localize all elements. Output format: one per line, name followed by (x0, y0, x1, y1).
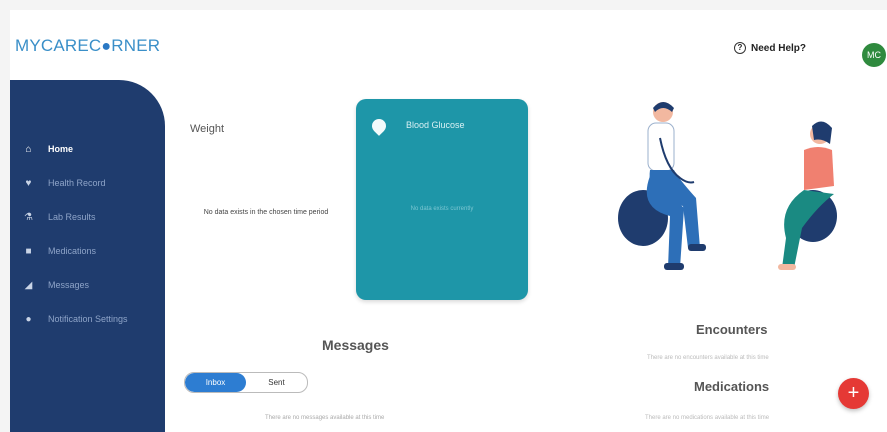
messages-title: Messages (322, 337, 389, 353)
sidebar-item-label: Notification Settings (48, 314, 128, 324)
sidebar-item-label: Health Record (48, 178, 106, 188)
messages-empty-message: There are no messages available at this … (265, 415, 385, 421)
sidebar-item-label: Medications (48, 246, 97, 256)
sidebar-nav: ⌂ Home ♥ Health Record ⚗ Lab Results ■ M… (10, 132, 165, 336)
app-frame: MYCAREC●RNER ? Need Help? MC ⌂ Home ♥ He… (10, 10, 887, 432)
question-icon: ? (734, 42, 746, 54)
medications-empty-message: There are no medications available at th… (645, 415, 770, 421)
need-help-label: Need Help? (751, 42, 807, 54)
settings-icon: ● (25, 313, 32, 325)
sidebar-item-home[interactable]: ⌂ Home (10, 132, 165, 166)
sidebar-item-label: Lab Results (48, 212, 96, 222)
add-button[interactable]: + (838, 378, 869, 409)
blood-glucose-card[interactable]: Blood Glucose No data exists currently (356, 99, 528, 300)
blood-glucose-title: Blood Glucose (406, 120, 465, 130)
sidebar-item-label: Messages (48, 280, 90, 290)
lab-results-icon: ⚗ (24, 211, 33, 223)
messages-tab-toggle: Inbox Sent (184, 372, 308, 393)
patient-figure (778, 121, 837, 270)
doctor-patient-illustration (618, 102, 837, 270)
sidebar-item-messages[interactable]: ◢ Messages (10, 268, 165, 302)
sidebar-item-label: Home (48, 144, 74, 154)
doctor-figure (618, 102, 706, 270)
messages-icon: ◢ (24, 279, 33, 291)
need-help-link[interactable]: ? Need Help? (734, 42, 806, 54)
logo-dot-icon: ● (101, 38, 112, 55)
tab-sent[interactable]: Sent (246, 373, 307, 392)
avatar[interactable]: MC (862, 43, 886, 67)
health-record-icon: ♥ (25, 177, 32, 189)
weight-title: Weight (190, 123, 225, 135)
weight-empty-message: No data exists in the chosen time period (203, 209, 329, 216)
blood-glucose-empty-message: No data exists currently (410, 206, 474, 212)
top-bar: MYCAREC●RNER ? Need Help? MC (10, 10, 887, 76)
sidebar-item-notification-settings[interactable]: ● Notification Settings (10, 302, 165, 336)
home-icon: ⌂ (25, 143, 32, 155)
medications-title: Medications (694, 379, 770, 394)
encounters-empty-message: There are no encounters available at thi… (647, 355, 769, 361)
sidebar: ⌂ Home ♥ Health Record ⚗ Lab Results ■ M… (10, 80, 165, 432)
medications-icon: ■ (25, 245, 32, 257)
encounters-title: Encounters (696, 322, 768, 337)
tab-inbox[interactable]: Inbox (185, 373, 246, 392)
app-logo[interactable]: MYCAREC●RNER (15, 36, 160, 56)
sidebar-item-lab-results[interactable]: ⚗ Lab Results (10, 200, 165, 234)
sidebar-item-health-record[interactable]: ♥ Health Record (10, 166, 165, 200)
sidebar-item-medications[interactable]: ■ Medications (10, 234, 165, 268)
blood-drop-icon (369, 116, 389, 136)
